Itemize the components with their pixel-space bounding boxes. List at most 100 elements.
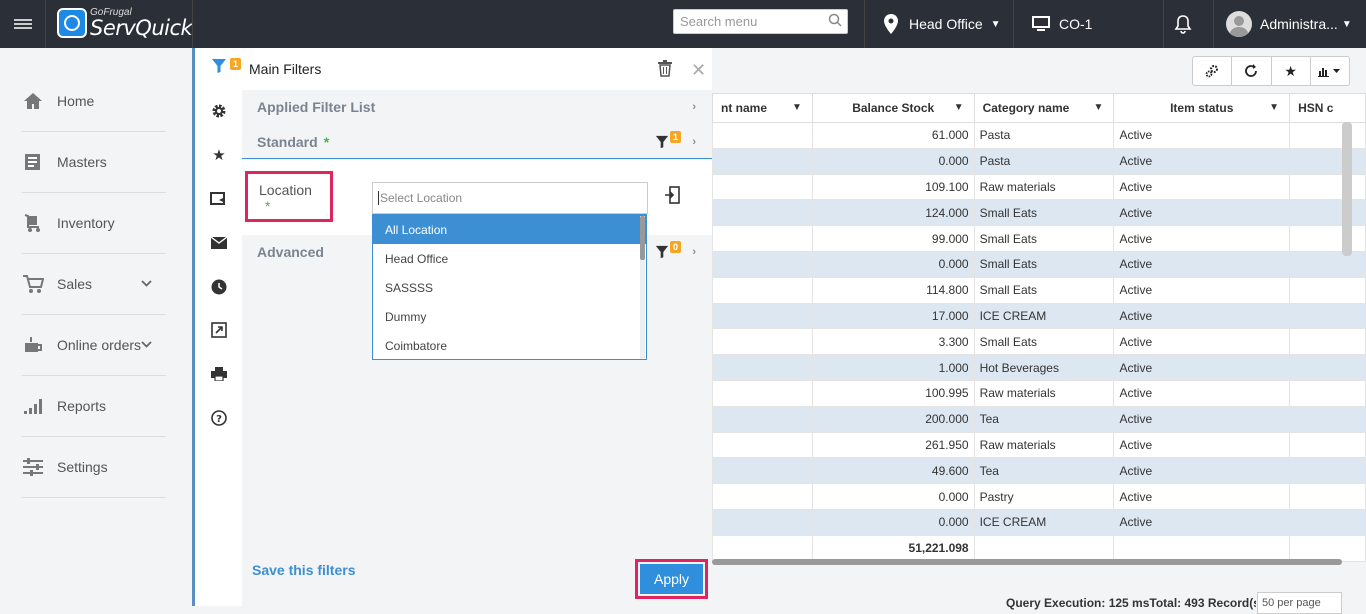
search-menu-input[interactable]: Search menu — [673, 9, 848, 34]
refresh-icon[interactable] — [1232, 57, 1272, 85]
chevron-right-icon: › — [692, 135, 696, 148]
sidebar-item-reports[interactable]: Reports — [22, 376, 166, 437]
table-cell: Raw materials — [973, 431, 1115, 459]
trash-icon[interactable] — [658, 60, 672, 80]
table-cell: Tea — [973, 457, 1115, 485]
table-cell — [1289, 199, 1366, 227]
table-row[interactable]: 0.000 ICE CREAM Active — [712, 508, 1366, 536]
table-row[interactable]: 17.000 ICE CREAM Active — [712, 302, 1366, 330]
favorite-star-icon[interactable]: ★ — [1272, 57, 1311, 85]
applied-filter-list-toggle[interactable]: Applied Filter List › — [242, 90, 712, 124]
table-row[interactable]: 1.000 Hot Beverages Active — [712, 354, 1366, 381]
settings-gears-icon[interactable] — [1193, 57, 1233, 85]
table-cell: 0.000 — [811, 147, 975, 175]
table-cell: Raw materials — [973, 379, 1115, 407]
chart-dropdown-icon[interactable] — [1311, 57, 1349, 85]
hamburger-menu-icon[interactable] — [0, 0, 46, 48]
table-row[interactable]: 100.995 Raw materials Active — [712, 379, 1366, 407]
table-cell: 261.950 — [811, 431, 975, 459]
table-row[interactable]: 114.800 Small Eats Active — [712, 276, 1366, 304]
logo-clock-icon — [57, 8, 87, 38]
close-icon[interactable]: ✕ — [691, 60, 706, 81]
table-cell: Active — [1113, 199, 1291, 227]
sidebar-item-inventory[interactable]: Inventory — [22, 193, 166, 254]
sidebar-item-online-orders[interactable]: Online orders — [22, 315, 166, 376]
column-header[interactable]: HSN c — [1289, 93, 1366, 123]
grid-toolbar: ★ — [1192, 56, 1350, 86]
column-header[interactable]: Item status ▼ — [1113, 93, 1291, 123]
location-option[interactable]: Dummy — [373, 302, 646, 331]
servquick-logo[interactable]: GoFrugal ServQuick — [57, 6, 193, 40]
sidebar-item-home[interactable]: Home — [22, 71, 166, 132]
table-row[interactable]: 99.000 Small Eats Active — [712, 225, 1366, 252]
table-cell: 99.000 — [811, 225, 975, 252]
filter-icon[interactable] — [209, 56, 229, 76]
counter-label: CO-1 — [1059, 16, 1093, 32]
table-row[interactable]: 3.300 Small Eats Active — [712, 328, 1366, 356]
horizontal-scrollbar[interactable] — [712, 559, 1342, 565]
table-row[interactable]: 0.000 Pasta Active — [712, 147, 1366, 175]
total-row: 51,221.098 — [712, 534, 1366, 562]
counter-selector[interactable]: CO-1 — [1032, 0, 1092, 48]
table-cell — [1289, 122, 1366, 149]
location-select-input[interactable]: Select Location — [372, 182, 648, 214]
vertical-scrollbar[interactable] — [1342, 122, 1352, 256]
table-cell: Active — [1113, 147, 1291, 175]
table-row[interactable]: 49.600 Tea Active — [712, 457, 1366, 485]
table-row[interactable]: 200.000 Tea Active — [712, 405, 1366, 433]
location-option[interactable]: Coimbatore — [373, 331, 646, 360]
table-cell — [1289, 431, 1366, 459]
table-row[interactable]: 61.000 Pasta Active — [712, 122, 1366, 149]
location-option[interactable]: All Location — [373, 215, 646, 244]
table-cell — [712, 405, 813, 433]
table-cell — [712, 302, 813, 330]
save-filters-link[interactable]: Save this filters — [252, 562, 356, 578]
user-menu[interactable]: Administra... ▼ — [1226, 0, 1352, 48]
table-cell — [973, 534, 1115, 562]
location-selector[interactable]: Head Office ▼ — [884, 0, 1001, 48]
table-row[interactable]: 261.950 Raw materials Active — [712, 431, 1366, 459]
table-cell — [712, 508, 813, 536]
masters-icon — [22, 152, 44, 172]
table-cell: Active — [1113, 431, 1291, 459]
export-icon[interactable] — [209, 320, 229, 340]
share-icon[interactable] — [209, 189, 229, 209]
table-cell: Pastry — [973, 483, 1115, 510]
print-icon[interactable] — [209, 364, 229, 384]
clear-filter-icon[interactable] — [664, 186, 680, 207]
table-cell: Active — [1113, 483, 1291, 510]
column-header[interactable]: Balance Stock ▼ — [811, 93, 975, 123]
location-option[interactable]: Head Office — [373, 244, 646, 273]
sidebar-item-masters[interactable]: Masters — [22, 132, 166, 193]
location-option[interactable]: SASSSS — [373, 273, 646, 302]
table-cell: 109.100 — [811, 173, 975, 201]
chevron-down-icon: ▼ — [1341, 18, 1352, 30]
user-name: Administra... — [1260, 16, 1338, 32]
table-row[interactable]: 0.000 Small Eats Active — [712, 250, 1366, 278]
sidebar-item-settings[interactable]: Settings — [22, 437, 166, 498]
table-cell: 17.000 — [811, 302, 975, 330]
location-filter-label-highlight: Location * — [245, 171, 333, 222]
table-row[interactable]: 109.100 Raw materials Active — [712, 173, 1366, 201]
table-row[interactable]: 124.000 Small Eats Active — [712, 199, 1366, 227]
star-icon[interactable]: ★ — [209, 145, 229, 165]
inventory-icon — [22, 213, 44, 233]
notifications-button[interactable] — [1173, 0, 1193, 48]
column-header[interactable]: Category name ▼ — [973, 93, 1115, 123]
mail-icon[interactable] — [209, 233, 229, 253]
chevron-down-icon: ▼ — [990, 18, 1001, 30]
standard-section-header[interactable]: Standard * 1 › — [242, 125, 712, 159]
gear-icon[interactable] — [209, 101, 229, 121]
location-pin-icon — [884, 14, 898, 34]
table-cell: Active — [1113, 354, 1291, 381]
column-header[interactable]: nt name ▼ — [712, 93, 813, 123]
dropdown-scrollbar[interactable] — [640, 216, 645, 359]
per-page-select[interactable]: 50 per page — [1257, 592, 1342, 614]
table-cell — [1289, 173, 1366, 201]
table-row[interactable]: 0.000 Pastry Active — [712, 483, 1366, 510]
sidebar-item-sales[interactable]: Sales — [22, 254, 166, 315]
table-cell — [712, 147, 813, 175]
help-icon[interactable]: ? — [209, 408, 229, 428]
clock-icon[interactable] — [209, 277, 229, 297]
apply-button[interactable]: Apply — [640, 564, 703, 594]
